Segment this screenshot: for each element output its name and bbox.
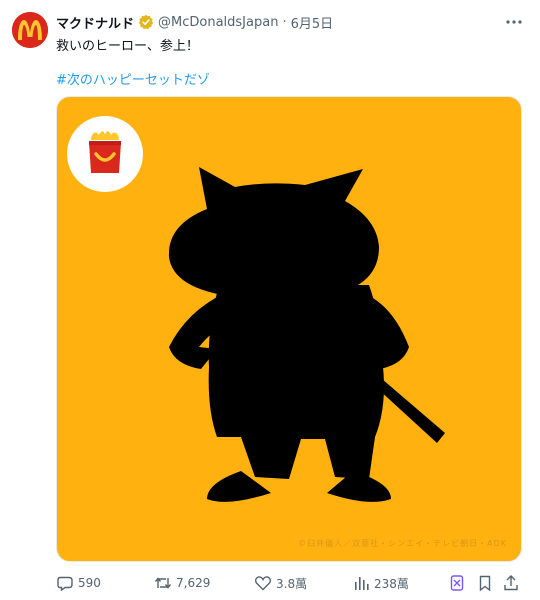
reply-button[interactable]: 590 [56, 574, 101, 592]
share-icon [504, 575, 518, 591]
share-button[interactable] [502, 574, 524, 592]
grok-button[interactable] [448, 574, 470, 592]
grok-icon [450, 575, 464, 591]
repost-button[interactable]: 7,629 [154, 574, 210, 592]
mcdonalds-logo-icon [12, 12, 48, 48]
copyright-watermark: ©臼井儀人／双葉社・シンエイ・テレビ朝日・ADK [298, 539, 507, 548]
tweet-text: 救いのヒーロー、参上！ [56, 39, 199, 54]
more-icon[interactable] [504, 12, 524, 32]
reply-icon [57, 576, 73, 592]
bookmark-icon [479, 575, 491, 592]
header-separator: · [282, 14, 287, 30]
reply-count: 590 [78, 576, 101, 590]
bookmark-button[interactable] [476, 574, 498, 592]
like-icon [254, 576, 272, 591]
tweet-date[interactable]: 6月5日 [291, 13, 334, 32]
tweet-action-bar: 590 7,629 3.8萬 238萬 [56, 572, 528, 594]
views-button[interactable]: 238萬 [352, 574, 409, 592]
like-count: 3.8萬 [276, 576, 308, 591]
author-name[interactable]: マクドナルド [56, 13, 134, 32]
tweet-header: マクドナルド @McDonaldsJapan · 6月5日 [56, 12, 500, 32]
tweet-media-image[interactable]: ©臼井儀人／双葉社・シンエイ・テレビ朝日・ADK [56, 96, 522, 562]
views-icon [355, 577, 369, 590]
hashtag-link[interactable]: #次のハッピーセットだゾ [56, 69, 210, 88]
like-button[interactable]: 3.8萬 [254, 574, 307, 592]
author-avatar[interactable] [12, 12, 48, 48]
author-handle[interactable]: @McDonaldsJapan [158, 15, 278, 30]
verified-badge-icon [138, 14, 154, 30]
views-count: 238萬 [374, 576, 409, 591]
repost-count: 7,629 [176, 576, 211, 590]
hero-silhouette [168, 167, 445, 502]
repost-icon [154, 577, 172, 589]
